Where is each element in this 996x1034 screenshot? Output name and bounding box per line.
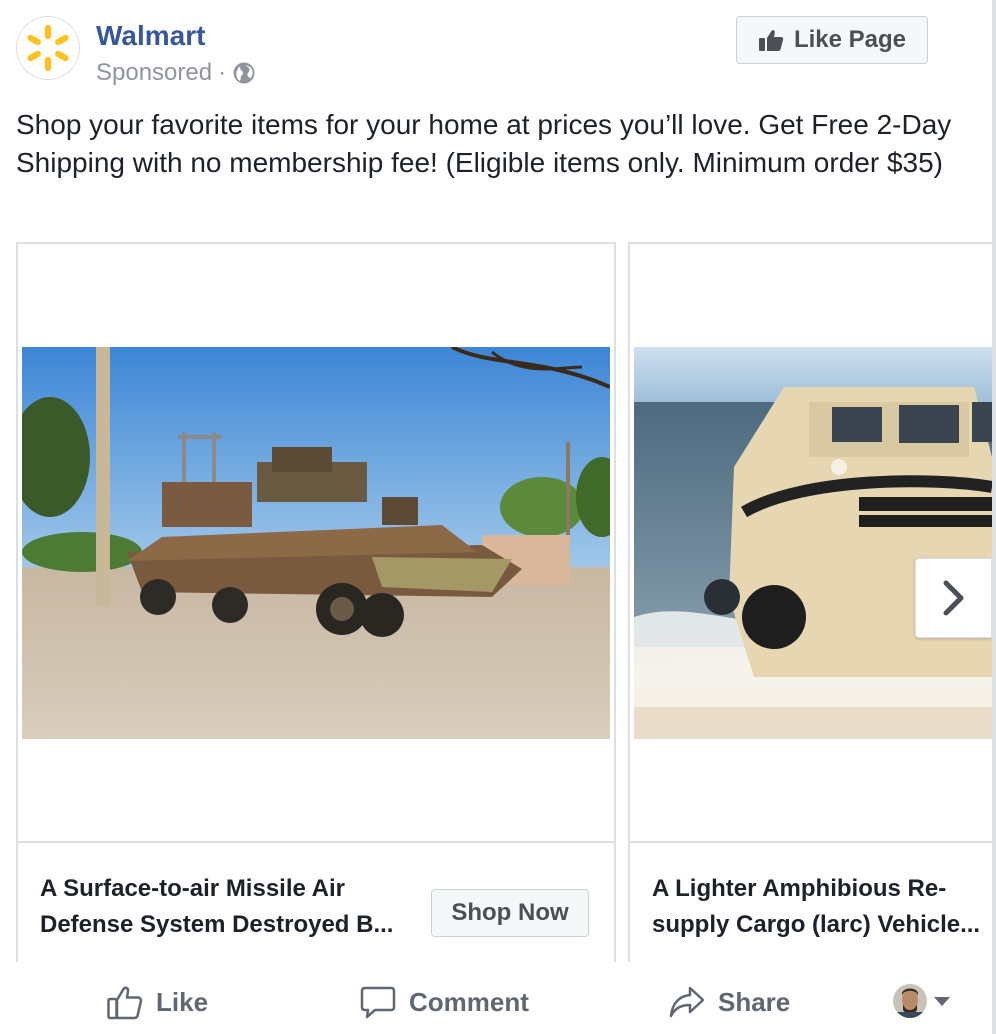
card-title-line-2: supply Cargo (larc) Vehicle... [652, 911, 981, 938]
globe-icon[interactable] [232, 61, 256, 85]
card-title-line-1: A Surface-to-air Missile Air [40, 875, 345, 902]
walmart-spark-icon [17, 17, 79, 79]
comment-label: Comment [409, 986, 529, 1017]
sponsored-post: Walmart Sponsored · Like Page Shop your … [0, 0, 996, 1034]
like-thumb-icon [107, 986, 143, 1020]
caret-down-icon [934, 997, 950, 1006]
feed-border [992, 0, 996, 1034]
viewer-avatar [893, 984, 927, 1018]
page-name-link[interactable]: Walmart [96, 20, 205, 52]
card-title-line-2: Defense System Destroyed B... [40, 911, 394, 938]
card-footer: A Lighter Amphibious Re- supply Cargo (l… [630, 841, 992, 962]
card-title[interactable]: A Lighter Amphibious Re- supply Cargo (l… [652, 871, 992, 943]
like-button[interactable]: Like [106, 982, 208, 1022]
chevron-right-icon [943, 580, 963, 616]
like-page-label: Like Page [793, 26, 907, 53]
amphibious-vehicle-photo[interactable] [634, 347, 992, 739]
comment-bubble-icon [360, 986, 396, 1019]
post-meta: Sponsored · [96, 58, 256, 88]
shop-now-button[interactable]: Shop Now [431, 889, 589, 937]
card-title-line-1: A Lighter Amphibious Re- [652, 875, 947, 902]
comment-button[interactable]: Comment [359, 982, 529, 1022]
share-arrow-icon [669, 986, 705, 1018]
walmart-logo-avatar[interactable] [16, 16, 80, 80]
share-button[interactable]: Share [668, 982, 790, 1022]
post-message: Shop your favorite items for your home a… [16, 109, 952, 178]
card-footer: A Surface-to-air Missile Air Defense Sys… [18, 841, 614, 962]
meta-separator: · [218, 59, 227, 86]
destroyed-military-vehicle-photo[interactable] [22, 347, 610, 739]
share-label: Share [718, 986, 791, 1017]
carousel-card[interactable]: A Surface-to-air Missile Air Defense Sys… [16, 242, 616, 962]
ad-carousel[interactable]: A Surface-to-air Missile Air Defense Sys… [16, 242, 992, 962]
thumbs-up-icon [758, 30, 784, 51]
post-as-selector[interactable] [893, 984, 951, 1018]
carousel-next-button[interactable] [915, 558, 992, 638]
post-action-bar: Like Comment Share [0, 970, 992, 1034]
like-page-button[interactable]: Like Page [736, 16, 928, 64]
sponsored-label[interactable]: Sponsored [96, 58, 212, 88]
like-label: Like [156, 986, 209, 1017]
card-title[interactable]: A Surface-to-air Missile Air Defense Sys… [40, 871, 420, 943]
